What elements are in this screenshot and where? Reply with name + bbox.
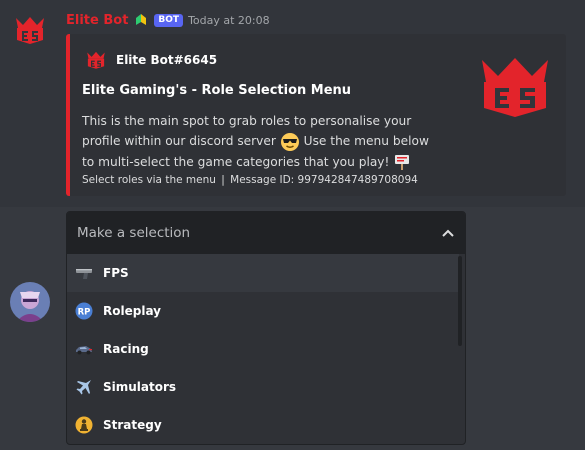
bot-avatar[interactable]	[14, 16, 46, 44]
verified-leaf-icon	[136, 14, 147, 25]
bot-tag: BOT	[154, 13, 184, 27]
option-label: Roleplay	[103, 304, 161, 318]
role-select-menu[interactable]: Make a selection FPS RP Roleplay Racing …	[66, 211, 466, 445]
footer-message-id: Message ID: 997942847489708094	[230, 174, 418, 186]
author-icon	[87, 51, 105, 69]
select-scrollbar[interactable]	[458, 256, 462, 346]
sunglasses-emoji-icon	[280, 132, 299, 151]
svg-text:RP: RP	[78, 308, 91, 318]
embed-author: Elite Bot#6645	[86, 50, 217, 70]
select-header[interactable]: Make a selection	[67, 212, 465, 254]
select-placeholder: Make a selection	[77, 225, 191, 241]
select-option-strategy[interactable]: Strategy	[67, 406, 459, 444]
airplane-icon	[75, 378, 93, 396]
race-car-icon	[75, 340, 93, 358]
embed-thumbnail-logo[interactable]	[478, 56, 552, 118]
embed-author-name: Elite Bot#6645	[116, 53, 218, 67]
chess-pawn-icon	[75, 416, 93, 434]
footer-text: Select roles via the menu	[82, 174, 216, 186]
embed: Elite Bot#6645 Elite Gaming's - Role Sel…	[66, 34, 566, 196]
embed-footer: Select roles via the menu | Message ID: …	[82, 174, 418, 186]
rp-badge-icon: RP	[75, 302, 93, 320]
select-option-racing[interactable]: Racing	[67, 330, 459, 368]
footer-separator: |	[221, 174, 225, 186]
option-label: Simulators	[103, 380, 177, 394]
option-label: FPS	[103, 266, 129, 280]
embed-description: This is the main spot to grab roles to p…	[82, 111, 442, 172]
select-option-roleplay[interactable]: RP Roleplay	[67, 292, 459, 330]
embed-title: Elite Gaming's - Role Selection Menu	[82, 83, 352, 98]
chevron-up-icon[interactable]	[441, 226, 455, 240]
timestamp: Today at 20:08	[188, 13, 270, 27]
placard-emoji-icon	[395, 155, 410, 170]
option-label: Racing	[103, 342, 149, 356]
username[interactable]: Elite Bot	[66, 13, 128, 28]
message-header: Elite Bot BOT Today at 20:08	[66, 10, 270, 30]
user-avatar[interactable]	[10, 282, 50, 322]
option-label: Strategy	[103, 418, 162, 432]
select-option-fps[interactable]: FPS	[67, 254, 459, 292]
select-option-simulators[interactable]: Simulators	[67, 368, 459, 406]
pistol-icon	[75, 264, 93, 282]
